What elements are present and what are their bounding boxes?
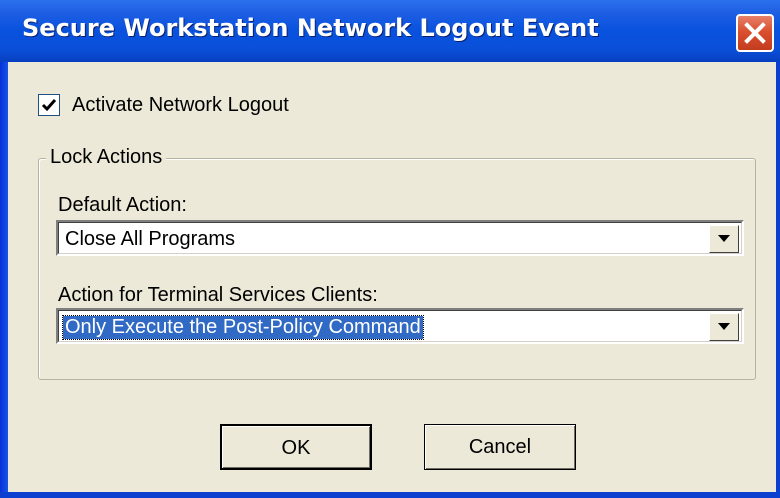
activate-network-logout-label[interactable]: Activate Network Logout — [72, 94, 289, 117]
window-frame-right — [776, 62, 780, 498]
terminal-services-action-dropdown-button[interactable] — [709, 313, 739, 341]
terminal-services-action-value: Only Execute the Post-Policy Command — [62, 315, 424, 340]
title-bar[interactable]: Secure Workstation Network Logout Event — [0, 0, 780, 62]
terminal-services-action-label: Action for Terminal Services Clients: — [58, 284, 378, 306]
activate-network-logout-checkbox[interactable] — [38, 94, 60, 116]
lock-actions-group-label: Lock Actions — [46, 146, 167, 169]
window-frame-bottom — [0, 492, 780, 498]
default-action-dropdown-button[interactable] — [709, 225, 739, 253]
window-title: Secure Workstation Network Logout Event — [22, 14, 599, 42]
cancel-button[interactable]: Cancel — [424, 424, 576, 470]
default-action-dropdown[interactable]: Close All Programs — [56, 220, 744, 256]
default-action-label: Default Action: — [58, 194, 187, 216]
dialog-window: Secure Workstation Network Logout Event … — [0, 0, 780, 498]
window-frame-left — [0, 62, 8, 498]
default-action-value: Close All Programs — [65, 228, 236, 250]
lock-actions-group — [38, 158, 756, 380]
ok-button[interactable]: OK — [220, 424, 372, 470]
close-button[interactable] — [736, 14, 774, 52]
terminal-services-action-dropdown[interactable]: Only Execute the Post-Policy Command — [56, 308, 744, 344]
terminal-services-action-dropdown-field: Only Execute the Post-Policy Command — [58, 310, 742, 342]
default-action-dropdown-field: Close All Programs — [58, 222, 742, 254]
